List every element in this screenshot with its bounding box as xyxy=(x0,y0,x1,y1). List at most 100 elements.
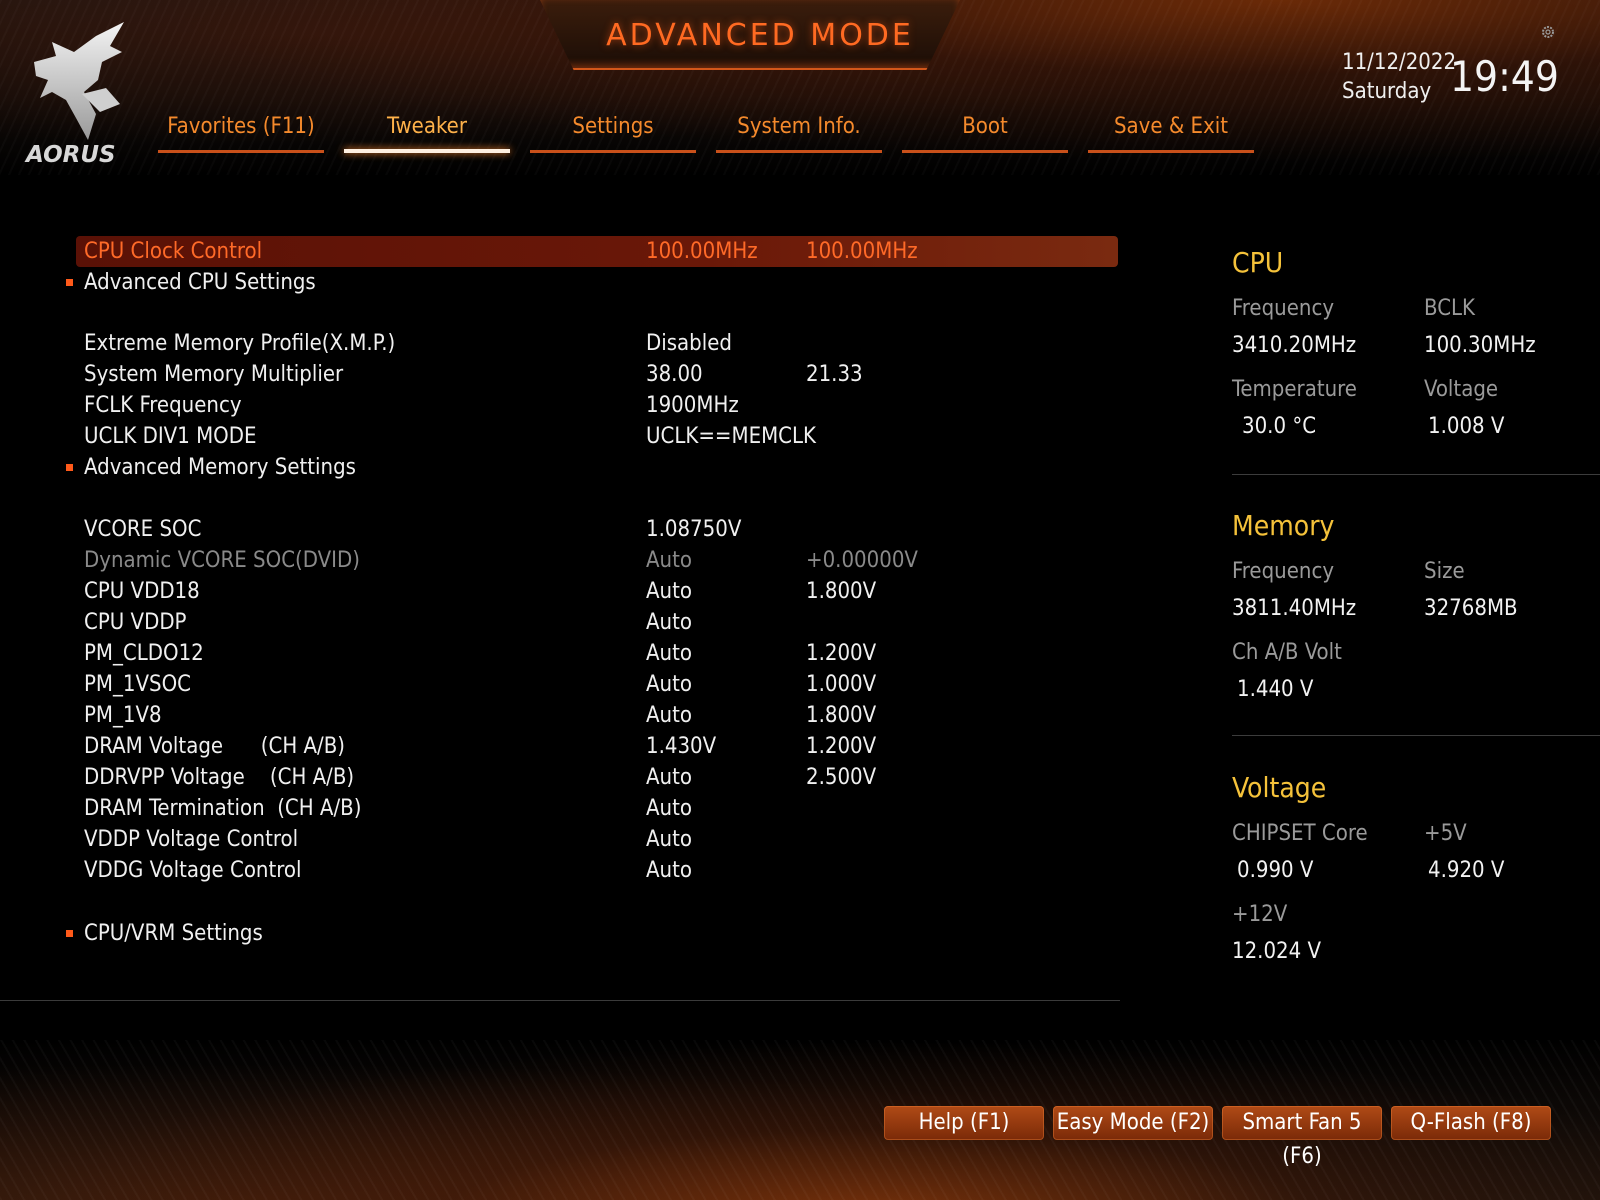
date: 11/12/2022 xyxy=(1342,50,1457,75)
time: 19:49 xyxy=(1450,52,1559,101)
list-divider xyxy=(0,1000,1120,1001)
cpu-voltage-value: 1.008 V xyxy=(1428,414,1505,439)
cpu-temperature-value: 30.0 °C xyxy=(1242,414,1317,439)
setting-current-value: 100.00MHz xyxy=(806,239,918,264)
gear-icon[interactable] xyxy=(1540,24,1556,40)
setting-label: PM_CLDO12 xyxy=(84,641,204,666)
plus12v-value: 12.024 V xyxy=(1232,939,1322,964)
voltage-heading: Voltage xyxy=(1232,771,1327,804)
setting-current-value: +0.00000V xyxy=(806,548,918,573)
submenu-bullet-icon xyxy=(66,930,73,937)
chipset-core-label: CHIPSET Core xyxy=(1232,821,1368,846)
setting-pm-1v8[interactable]: PM_1V8 Auto 1.800V xyxy=(60,700,1120,731)
setting-value: Auto xyxy=(646,796,692,821)
cpu-heading: CPU xyxy=(1232,246,1284,279)
setting-value: Auto xyxy=(646,672,692,697)
tab-tweaker[interactable]: Tweaker xyxy=(344,114,510,153)
setting-label: CPU/VRM Settings xyxy=(84,921,263,946)
setting-dram-voltage[interactable]: DRAM Voltage (CH A/B) 1.430V 1.200V xyxy=(60,731,1120,762)
setting-pm-1vsoc[interactable]: PM_1VSOC Auto 1.000V xyxy=(60,669,1120,700)
setting-value: Auto xyxy=(646,548,692,573)
setting-label: DDRVPP Voltage (CH A/B) xyxy=(84,765,355,790)
setting-value: 1.430V xyxy=(646,734,717,759)
plus5v-label: +5V xyxy=(1424,821,1467,846)
setting-cpu-vddp[interactable]: CPU VDDP Auto xyxy=(60,607,1120,638)
setting-label: FCLK Frequency xyxy=(84,393,242,418)
setting-label: VDDP Voltage Control xyxy=(84,827,299,852)
setting-vddp-voltage-control[interactable]: VDDP Voltage Control Auto xyxy=(60,824,1120,855)
cpu-frequency-value: 3410.20MHz xyxy=(1232,333,1357,358)
setting-current-value: 1.800V xyxy=(806,579,877,604)
setting-dram-termination[interactable]: DRAM Termination (CH A/B) Auto xyxy=(60,793,1120,824)
setting-value: Auto xyxy=(646,703,692,728)
setting-fclk-frequency[interactable]: FCLK Frequency 1900MHz xyxy=(60,390,1120,421)
submenu-bullet-icon xyxy=(66,464,73,471)
setting-ddrvpp-voltage[interactable]: DDRVPP Voltage (CH A/B) Auto 2.500V xyxy=(60,762,1120,793)
memory-heading: Memory xyxy=(1232,509,1335,542)
submenu-advanced-memory-settings[interactable]: Advanced Memory Settings xyxy=(60,452,1120,483)
memory-size-label: Size xyxy=(1424,559,1465,584)
setting-label: VCORE SOC xyxy=(84,517,202,542)
setting-label: UCLK DIV1 MODE xyxy=(84,424,257,449)
setting-value: Auto xyxy=(646,641,692,666)
panel-divider xyxy=(1232,735,1600,736)
setting-pm-cldo12[interactable]: PM_CLDO12 Auto 1.200V xyxy=(60,638,1120,669)
setting-value: Auto xyxy=(646,610,692,635)
memory-frequency-value: 3811.40MHz xyxy=(1232,596,1357,621)
setting-value: 38.00 xyxy=(646,362,703,387)
submenu-advanced-cpu-settings[interactable]: Advanced CPU Settings xyxy=(60,267,1120,298)
tab-save-exit[interactable]: Save & Exit xyxy=(1088,114,1254,153)
setting-label: DRAM Voltage (CH A/B) xyxy=(84,734,346,759)
setting-label: VDDG Voltage Control xyxy=(84,858,302,883)
logo-text: AORUS xyxy=(26,142,116,168)
setting-current-value: 21.33 xyxy=(806,362,863,387)
chipset-core-value: 0.990 V xyxy=(1237,858,1314,883)
cpu-bclk-value: 100.30MHz xyxy=(1424,333,1536,358)
setting-value: Auto xyxy=(646,765,692,790)
setting-label: CPU Clock Control xyxy=(84,239,263,264)
day: Saturday xyxy=(1342,79,1432,104)
memory-size-value: 32768MB xyxy=(1424,596,1518,621)
setting-current-value: 1.200V xyxy=(806,734,877,759)
easy-mode-button[interactable]: Easy Mode (F2) xyxy=(1053,1106,1213,1140)
cpu-temperature-label: Temperature xyxy=(1232,377,1357,402)
setting-current-value: 1.800V xyxy=(806,703,877,728)
setting-cpu-clock-control[interactable]: CPU Clock Control 100.00MHz 100.00MHz xyxy=(60,236,1120,267)
cpu-voltage-label: Voltage xyxy=(1424,377,1499,402)
tab-favorites[interactable]: Favorites (F11) xyxy=(158,114,324,153)
setting-value: Disabled xyxy=(646,331,733,356)
setting-label: CPU VDD18 xyxy=(84,579,200,604)
setting-value: Auto xyxy=(646,858,692,883)
panel-divider xyxy=(1232,474,1600,475)
main-tabs: Favorites (F11) Tweaker Settings System … xyxy=(158,114,1274,153)
smart-fan-button[interactable]: Smart Fan 5 (F6) xyxy=(1222,1106,1382,1169)
setting-value: 1.08750V xyxy=(646,517,742,542)
setting-current-value: 1.000V xyxy=(806,672,877,697)
mode-title: ADVANCED MODE xyxy=(606,18,914,53)
tab-boot[interactable]: Boot xyxy=(902,114,1068,153)
submenu-cpu-vrm-settings[interactable]: CPU/VRM Settings xyxy=(60,918,1120,949)
setting-value: Auto xyxy=(646,827,692,852)
setting-dynamic-vcore-soc: Dynamic VCORE SOC(DVID) Auto +0.00000V xyxy=(60,545,1120,576)
cpu-bclk-label: BCLK xyxy=(1424,296,1476,321)
setting-vcore-soc[interactable]: VCORE SOC 1.08750V xyxy=(60,514,1120,545)
memory-volt-label: Ch A/B Volt xyxy=(1232,640,1342,665)
setting-label: System Memory Multiplier xyxy=(84,362,344,387)
plus5v-value: 4.920 V xyxy=(1428,858,1505,883)
q-flash-button[interactable]: Q-Flash (F8) xyxy=(1391,1106,1551,1140)
tab-settings[interactable]: Settings xyxy=(530,114,696,153)
setting-value: 1900MHz xyxy=(646,393,739,418)
setting-value: Auto xyxy=(646,579,692,604)
tab-system-info[interactable]: System Info. xyxy=(716,114,882,153)
setting-vddg-voltage-control[interactable]: VDDG Voltage Control Auto xyxy=(60,855,1120,886)
setting-label: PM_1VSOC xyxy=(84,672,192,697)
cpu-frequency-label: Frequency xyxy=(1232,296,1335,321)
setting-label: Dynamic VCORE SOC(DVID) xyxy=(84,548,360,573)
setting-uclk-div1-mode[interactable]: UCLK DIV1 MODE UCLK==MEMCLK xyxy=(60,421,1120,452)
help-button[interactable]: Help (F1) xyxy=(884,1106,1044,1140)
setting-xmp[interactable]: Extreme Memory Profile(X.M.P.) Disabled xyxy=(60,328,1120,359)
setting-cpu-vdd18[interactable]: CPU VDD18 Auto 1.800V xyxy=(60,576,1120,607)
memory-frequency-label: Frequency xyxy=(1232,559,1335,584)
setting-label: PM_1V8 xyxy=(84,703,162,728)
setting-memory-multiplier[interactable]: System Memory Multiplier 38.00 21.33 xyxy=(60,359,1120,390)
